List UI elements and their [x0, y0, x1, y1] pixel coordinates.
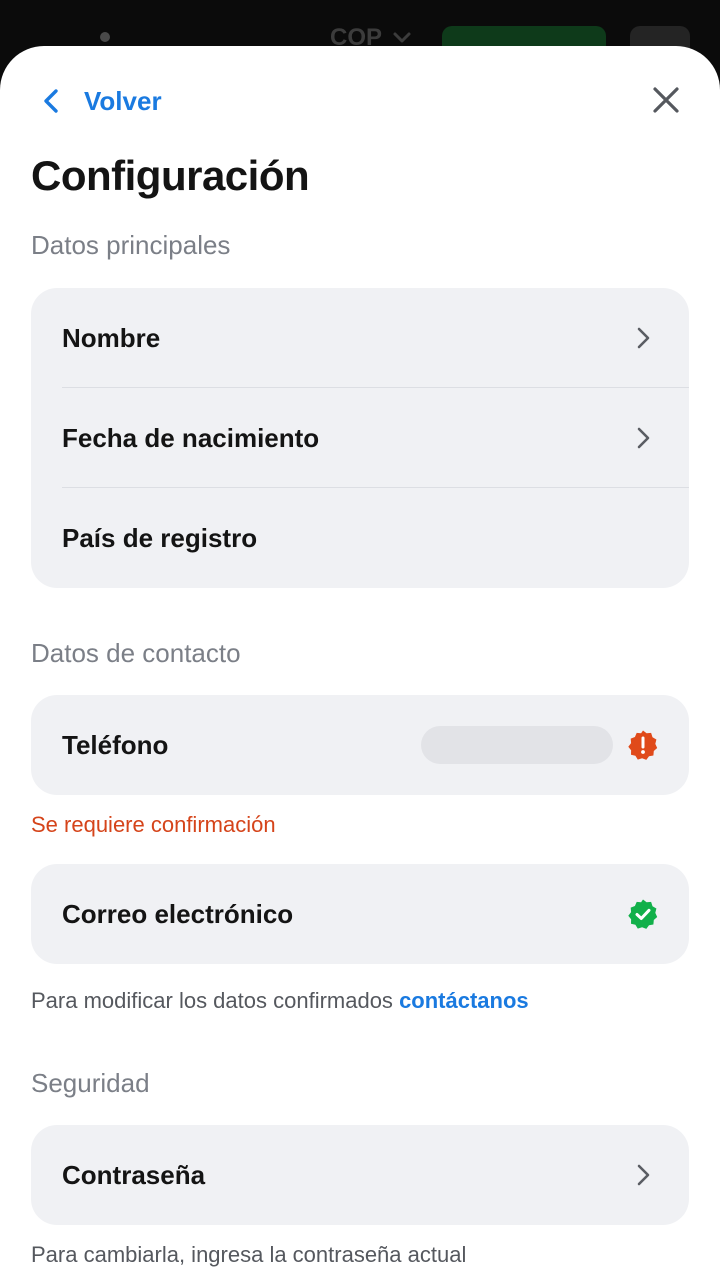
close-icon[interactable] — [648, 82, 684, 118]
row-birthdate[interactable]: Fecha de nacimiento — [31, 388, 689, 488]
contact-helper-text: Para modificar los datos confirmados — [31, 988, 393, 1013]
main-data-card: Nombre Fecha de nacimiento País de regis… — [31, 288, 689, 588]
chevron-left-icon — [44, 89, 58, 113]
back-label: Volver — [84, 85, 162, 116]
chevron-right-icon — [637, 1164, 650, 1186]
warning-badge-icon — [628, 730, 658, 760]
phone-card: Teléfono — [31, 695, 689, 795]
section-main-label: Datos principales — [31, 230, 231, 260]
chevron-right-icon — [637, 427, 650, 449]
phone-value-hidden — [421, 726, 613, 764]
page-title: Configuración — [31, 152, 310, 199]
contact-us-link[interactable]: contáctanos — [399, 988, 529, 1013]
row-name[interactable]: Nombre — [31, 288, 689, 388]
row-country: País de registro — [31, 488, 689, 588]
row-birthdate-label: Fecha de nacimiento — [62, 422, 320, 453]
row-email-label: Correo electrónico — [62, 898, 294, 929]
row-password-label: Contraseña — [62, 1159, 206, 1190]
row-phone[interactable]: Teléfono — [31, 695, 689, 795]
row-email[interactable]: Correo electrónico — [31, 864, 689, 964]
verified-badge-icon — [628, 899, 658, 929]
row-country-label: País de registro — [62, 522, 258, 553]
security-helper: Para cambiarla, ingresa la contraseña ac… — [31, 1242, 467, 1267]
section-security-label: Seguridad — [31, 1068, 150, 1098]
row-name-label: Nombre — [62, 322, 161, 353]
contact-helper: Para modificar los datos confirmados con… — [31, 988, 529, 1014]
row-phone-label: Teléfono — [62, 729, 169, 760]
security-card: Contraseña — [31, 1125, 689, 1225]
menu-dot — [100, 32, 110, 42]
back-button[interactable]: Volver — [38, 84, 162, 118]
chevron-right-icon — [637, 327, 650, 349]
chevron-down-icon — [393, 32, 411, 43]
row-password[interactable]: Contraseña — [31, 1125, 689, 1225]
section-contact-label: Datos de contacto — [31, 638, 241, 668]
email-card: Correo electrónico — [31, 864, 689, 964]
phone-confirmation-warning: Se requiere confirmación — [31, 812, 276, 837]
